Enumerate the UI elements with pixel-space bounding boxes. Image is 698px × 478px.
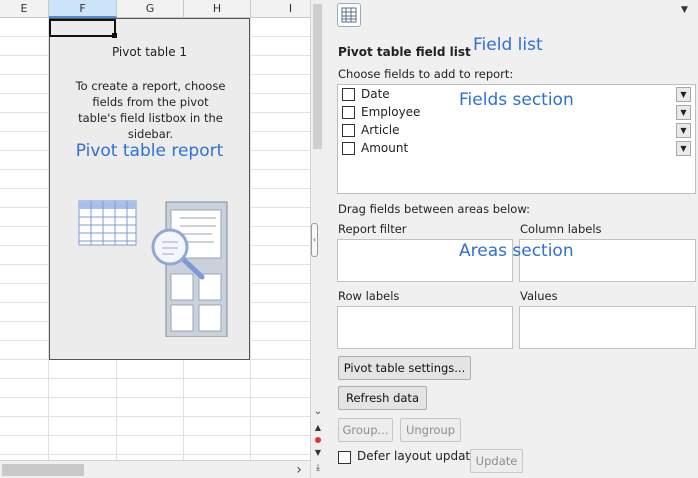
choose-fields-label: Choose fields to add to report:: [338, 67, 514, 81]
group-button[interactable]: Group...: [338, 418, 393, 442]
field-checkbox-employee[interactable]: [342, 106, 355, 119]
report-filter-label: Report filter: [338, 222, 407, 236]
scroll-right-icon[interactable]: ›: [292, 462, 306, 478]
pivot-report-annotation: Pivot table report: [75, 141, 224, 161]
pivot-table-title: Pivot table 1: [111, 45, 188, 59]
field-row-amount[interactable]: Amount ▼: [338, 140, 695, 158]
field-checkbox-article[interactable]: [342, 124, 355, 137]
panel-title: Pivot table field list: [338, 45, 471, 59]
pivot-sidebar: ▼ Field list Pivot table field list Choo…: [324, 0, 698, 478]
cell-fill-handle[interactable]: [112, 33, 117, 38]
values-label: Values: [520, 289, 558, 303]
pivot-table-icon: [341, 7, 357, 23]
pivot-table-hint: To create a report, choose fields from t…: [75, 79, 226, 141]
grid-line: [0, 397, 310, 398]
navigate-down-icon[interactable]: ▼: [312, 448, 324, 458]
refresh-data-button[interactable]: Refresh data: [338, 386, 427, 410]
column-header-i[interactable]: I: [251, 0, 310, 18]
field-checkbox-date[interactable]: [342, 88, 355, 101]
horizontal-scrollbar[interactable]: ›: [0, 460, 310, 478]
column-header-e[interactable]: E: [0, 0, 49, 18]
active-cell-cursor[interactable]: [49, 19, 116, 37]
field-checkbox-amount[interactable]: [342, 142, 355, 155]
field-row-article[interactable]: Article ▼: [338, 122, 695, 140]
defer-layout-checkbox[interactable]: [338, 451, 351, 464]
fields-listbox[interactable]: Date ▼ Employee ▼ Article ▼ Amount ▼ Fie…: [337, 84, 696, 194]
vertical-scroll-thumb[interactable]: [313, 4, 322, 149]
grid-line: [0, 454, 310, 455]
drag-fields-label: Drag fields between areas below:: [338, 202, 530, 216]
field-name-amount: Amount: [361, 141, 409, 155]
field-name-employee: Employee: [361, 105, 421, 119]
update-button[interactable]: Update: [470, 449, 523, 473]
vertical-scrollbar[interactable]: ‹ ⌄ ▲ ▼ ⤓: [310, 0, 324, 478]
chevron-down-icon[interactable]: ▼: [676, 123, 691, 138]
spreadsheet-area[interactable]: E F G H I Pivot table 1 To create a repo…: [0, 0, 310, 478]
column-labels-label: Column labels: [520, 222, 602, 236]
grid-line: [0, 378, 310, 379]
scroll-down-icon[interactable]: ⌄: [312, 406, 324, 420]
column-header-h[interactable]: H: [184, 0, 251, 18]
fields-section-annotation: Fields section: [459, 90, 574, 110]
column-header-f[interactable]: F: [49, 0, 117, 18]
pivot-table-deck-button[interactable]: [337, 3, 361, 27]
ungroup-button[interactable]: Ungroup: [400, 418, 461, 442]
chevron-down-icon[interactable]: ▼: [676, 141, 691, 156]
pivot-table-placeholder[interactable]: Pivot table 1 To create a report, choose…: [49, 18, 250, 360]
values-area[interactable]: [519, 306, 696, 349]
grid-line: [250, 18, 251, 460]
defer-layout-label: Defer layout update: [357, 449, 478, 463]
pivot-settings-button[interactable]: Pivot table settings...: [338, 356, 471, 380]
row-labels-area[interactable]: [337, 306, 513, 349]
navigate-up-icon[interactable]: ▲: [312, 423, 324, 433]
navigation-marker-icon[interactable]: [315, 437, 321, 443]
column-header-bar: E F G H I: [0, 0, 310, 18]
row-labels-label: Row labels: [338, 289, 400, 303]
chevron-down-icon[interactable]: ▼: [676, 87, 691, 102]
field-name-article: Article: [361, 123, 400, 137]
pivot-illustration-icon: [78, 200, 228, 337]
areas-section-annotation: Areas section: [459, 241, 574, 261]
field-name-date: Date: [361, 87, 390, 101]
horizontal-scroll-thumb[interactable]: [2, 464, 84, 476]
grid-line: [0, 435, 310, 436]
chevron-down-icon[interactable]: ▼: [676, 105, 691, 120]
grid-line: [0, 416, 310, 417]
column-header-g[interactable]: G: [117, 0, 184, 18]
sidebar-collapse-handle[interactable]: ‹: [311, 223, 318, 257]
navigate-end-icon[interactable]: ⤓: [312, 463, 324, 475]
field-list-annotation: Field list: [473, 35, 543, 55]
sidebar-menu-icon[interactable]: ▼: [681, 5, 688, 15]
